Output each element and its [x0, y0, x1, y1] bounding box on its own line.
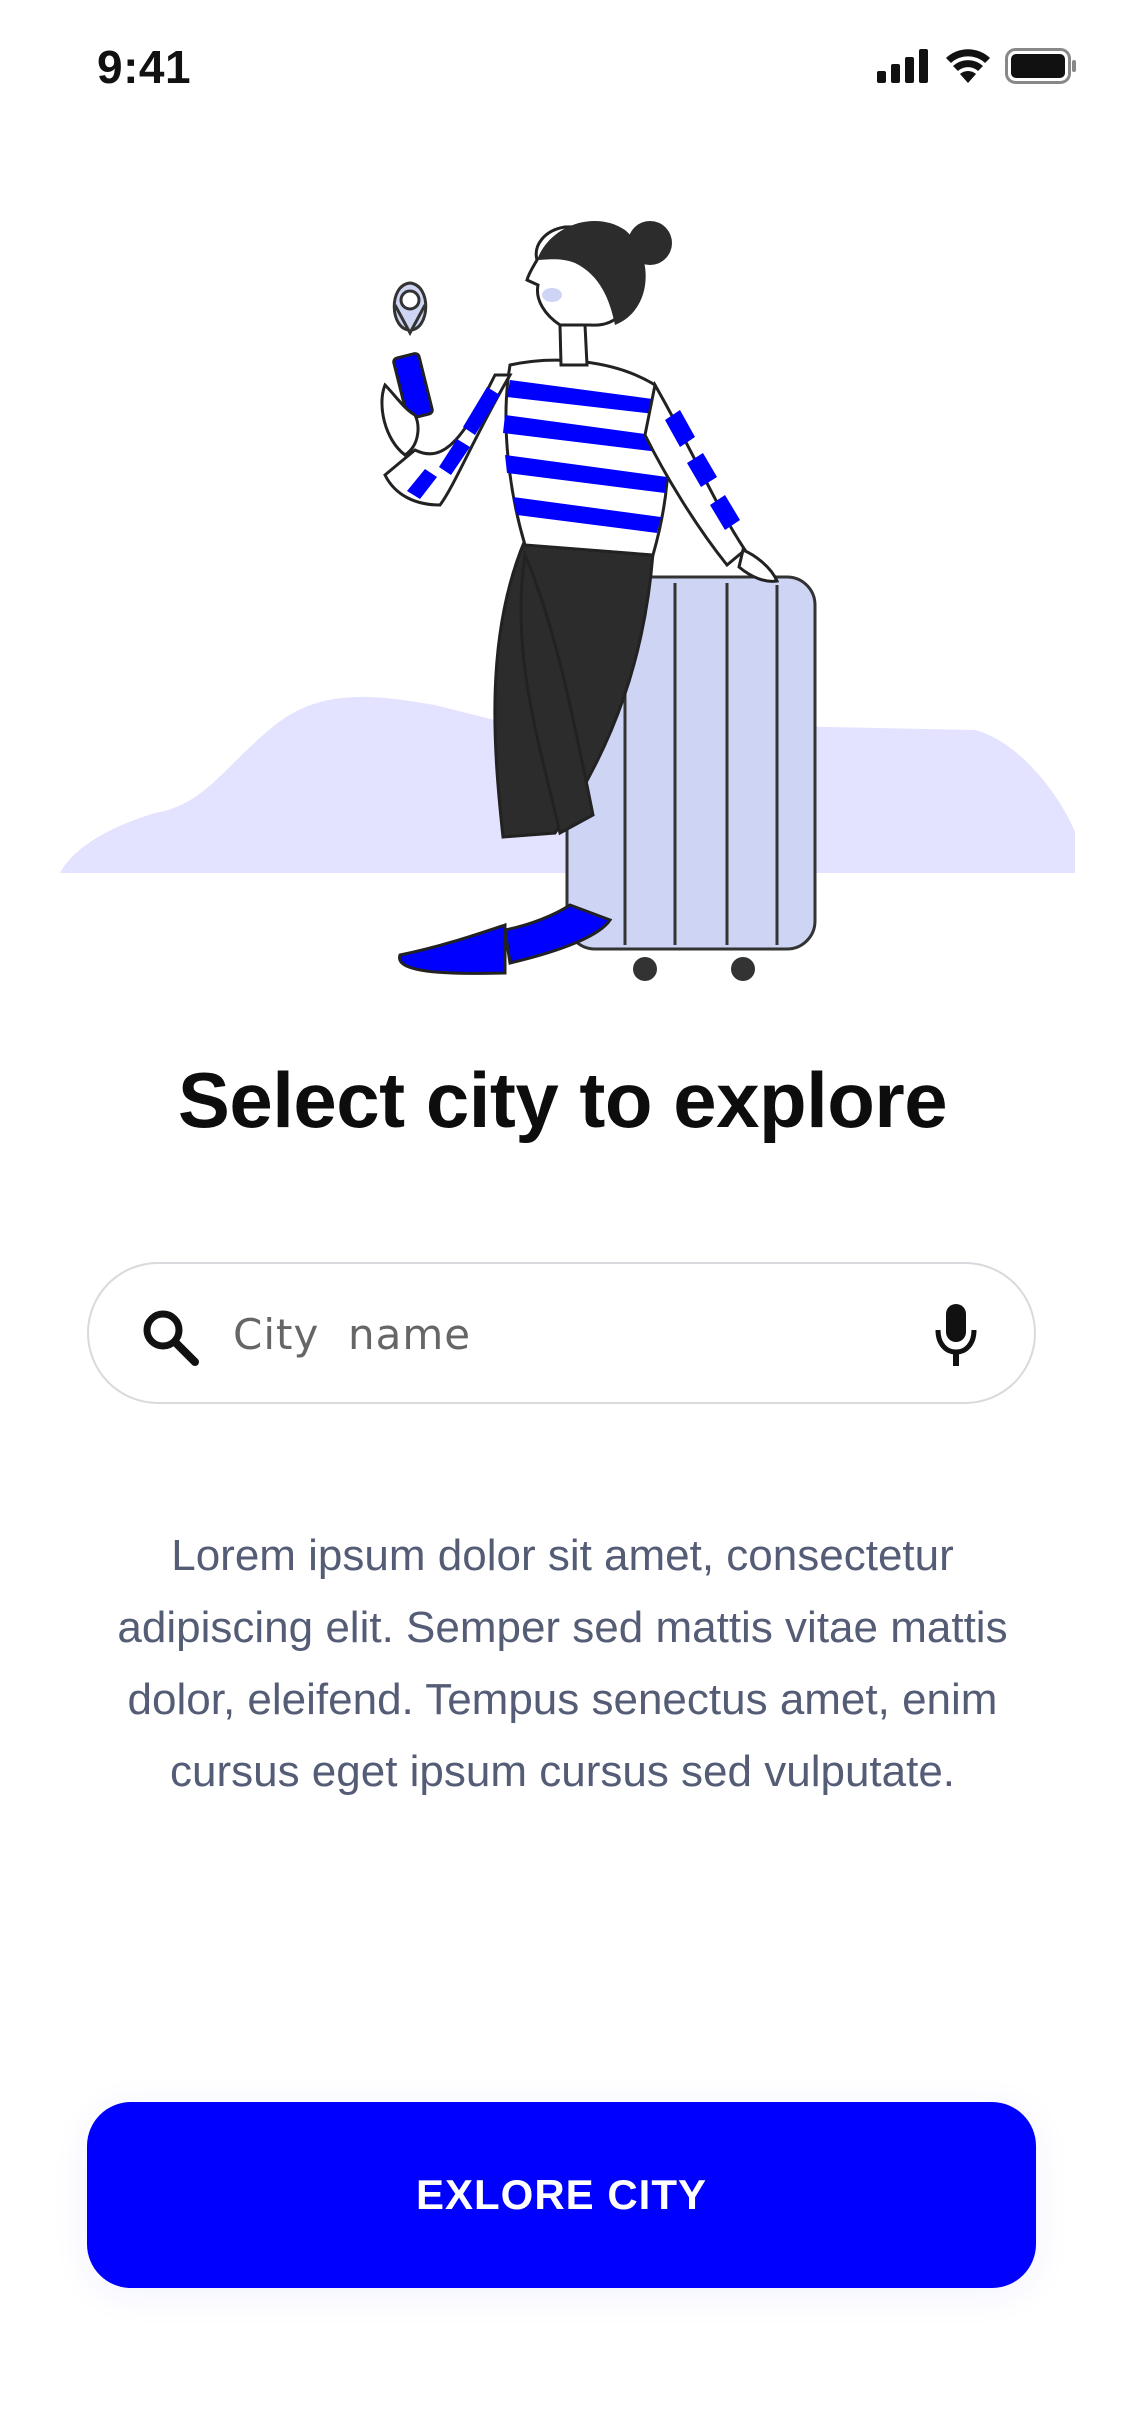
wifi-icon: [946, 49, 990, 83]
page-title: Select city to explore: [177, 1056, 948, 1144]
status-icons: [877, 46, 1077, 86]
status-time: 9:41: [97, 41, 192, 93]
search-icon[interactable]: [141, 1308, 199, 1366]
microphone-icon[interactable]: [934, 1304, 978, 1366]
traveler-illustration: [60, 221, 1075, 981]
status-bar: 9:41: [0, 0, 1125, 140]
striped-shirt: [383, 358, 747, 568]
city-search-bar[interactable]: [87, 1262, 1036, 1404]
battery-icon: [1005, 48, 1076, 84]
location-pin-icon: [392, 281, 428, 337]
description-text: Lorem ipsum dolor sit amet, consectetur …: [117, 1531, 1008, 1796]
explore-city-button[interactable]: EXLORE CITY: [87, 2102, 1036, 2288]
city-search-input[interactable]: [231, 1298, 885, 1370]
signal-icon: [877, 49, 928, 83]
